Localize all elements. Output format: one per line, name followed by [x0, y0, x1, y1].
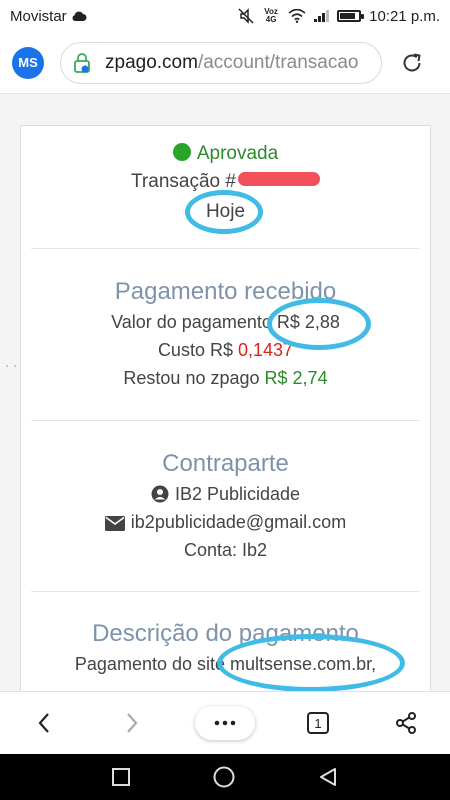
recents-icon[interactable]	[111, 768, 130, 786]
tab-count: 1	[307, 712, 329, 734]
annotation-circle-date	[185, 190, 263, 234]
user-icon	[151, 485, 169, 503]
signal-icon	[314, 10, 330, 22]
battery-icon	[337, 10, 365, 22]
counterpart-name: IB2 Publicidade	[174, 484, 301, 504]
system-navigation-bar	[0, 754, 450, 800]
counterpart-email-line: ib2publicidade@gmail.com	[21, 508, 430, 536]
lock-icon[interactable]	[73, 52, 91, 74]
share-button[interactable]	[381, 701, 431, 745]
counterpart-email[interactable]: ib2publicidade@gmail.com	[131, 512, 346, 532]
cost-label: Custo R$	[157, 340, 233, 360]
menu-button[interactable]	[195, 706, 255, 740]
url-host: zpago.com	[105, 51, 198, 73]
url-field[interactable]: zpago.com/account/transacao	[60, 41, 382, 84]
counterpart-heading: Contraparte	[162, 450, 289, 477]
more-dots-icon	[214, 720, 236, 726]
back-triangle-icon[interactable]	[318, 767, 338, 787]
payment-remaining-line: Restou no zpago R$ 2,74	[21, 364, 430, 392]
home-icon[interactable]	[213, 766, 235, 788]
counterpart-account: Conta: Ib2	[183, 540, 268, 560]
status-bar: Movistar Voz 4G 10:21 p.m.	[0, 0, 450, 32]
status-icons: Voz 4G 10:21 p.m.	[238, 8, 440, 25]
share-icon	[396, 712, 416, 734]
reload-button[interactable]	[396, 47, 428, 79]
divider	[31, 248, 420, 249]
remaining-value: R$ 2,74	[264, 368, 328, 388]
envelope-icon	[104, 516, 125, 531]
counterpart-section: Contraparte IB2 Publicidade ib2publicida…	[21, 448, 430, 564]
description-prefix: Pagamento do site	[74, 654, 226, 674]
counterpart-name-line: IB2 Publicidade	[21, 480, 430, 508]
cloud-icon	[72, 11, 87, 21]
chevron-left-icon	[38, 713, 49, 733]
status-line: Aprovada	[21, 140, 430, 168]
transaction-card: Aprovada Transação # Hoje Pagamento rece…	[20, 125, 431, 691]
browser-toolbar: 1	[0, 691, 450, 754]
mute-icon	[238, 8, 254, 24]
remaining-label: Restou no zpago	[123, 368, 260, 388]
wifi-icon	[288, 9, 306, 23]
status-text: Aprovada	[196, 143, 279, 164]
tabs-button[interactable]: 1	[293, 701, 343, 745]
amount-label: Valor do pagamento	[111, 312, 272, 332]
clock: 10:21 p.m.	[369, 7, 440, 25]
annotation-circle-amount	[267, 298, 371, 350]
redacted-id	[237, 172, 320, 186]
forward-button[interactable]	[107, 701, 157, 745]
back-button[interactable]	[19, 701, 69, 745]
page-viewport: Aprovada Transação # Hoje Pagamento rece…	[0, 95, 450, 691]
payment-section: Pagamento recebido Valor do pagamento R$…	[21, 276, 430, 392]
volte-indicator: Voz 4G	[264, 7, 278, 24]
chevron-right-icon	[127, 713, 138, 733]
url-text[interactable]: zpago.com/account/transacao	[105, 52, 359, 74]
carrier-name: Movistar	[10, 7, 67, 25]
carrier-group: Movistar	[10, 8, 87, 25]
divider	[31, 591, 420, 592]
phone-screen: Movistar Voz 4G 10:21 p.m. MS zpago.com/…	[0, 0, 450, 800]
reload-icon	[403, 53, 421, 71]
transaction-label: Transação #	[131, 171, 236, 192]
payment-heading: Pagamento recebido	[114, 278, 337, 305]
payment-cost-line: Custo R$ 0,1437	[21, 336, 430, 364]
profile-avatar[interactable]: MS	[12, 46, 44, 79]
status-dot-icon	[172, 143, 191, 161]
url-path: /account/transacao	[197, 51, 359, 73]
annotation-circle-site	[217, 634, 405, 691]
browser-address-bar: MS zpago.com/account/transacao	[0, 32, 450, 94]
divider	[31, 420, 420, 421]
